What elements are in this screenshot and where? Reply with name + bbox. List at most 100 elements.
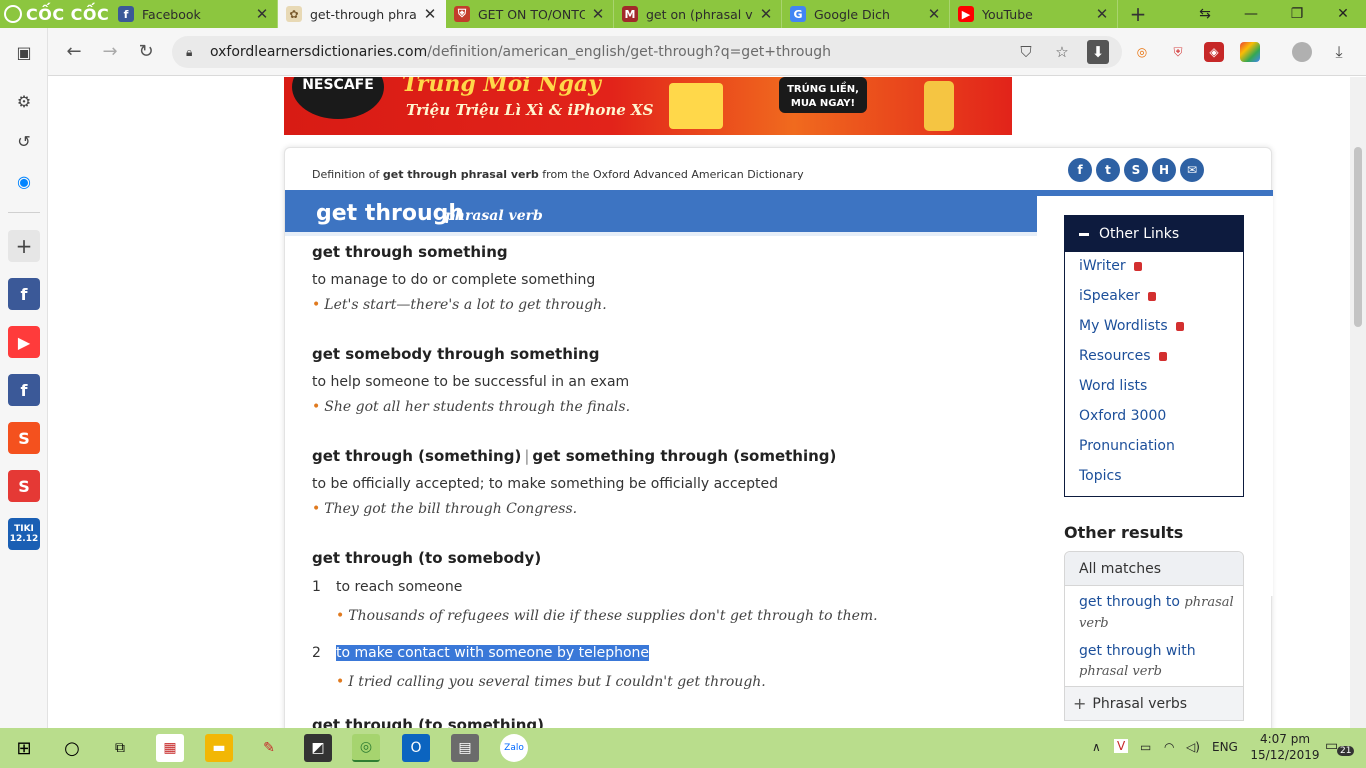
notification-count: 21 (1337, 746, 1355, 756)
close-icon[interactable]: ✕ (591, 5, 605, 23)
close-icon[interactable]: ✕ (255, 5, 269, 23)
cortana-search-icon[interactable]: ○ (58, 734, 86, 762)
lock-icon: 🔒︎ (186, 44, 193, 59)
close-icon[interactable]: ✕ (927, 5, 941, 23)
dictionary-icon: M (622, 6, 638, 22)
paint-icon[interactable]: ✎ (255, 734, 283, 762)
coccoc-taskbar-icon[interactable]: ◎ (352, 734, 380, 762)
page-scrollbar[interactable] (1350, 77, 1366, 728)
close-window-button[interactable]: ✕ (1320, 6, 1366, 22)
tab-cambridge[interactable]: ⛨ GET ON TO/ONTO ST ✕ (446, 0, 614, 28)
shield-icon[interactable]: ⛉ (1008, 40, 1044, 64)
lock-icon (1133, 261, 1142, 271)
youtube-icon: ▶ (958, 6, 974, 22)
adblock-extension-icon[interactable]: ⛨ (1168, 42, 1188, 62)
tab-title: YouTube (982, 6, 1033, 22)
downloads-icon[interactable]: ⤓ (1329, 42, 1349, 62)
tab-google-dich[interactable]: G Google Dich ✕ (782, 0, 950, 28)
sense-number: 2 (312, 645, 321, 661)
app-icon[interactable]: ▤ (451, 734, 479, 762)
bullet-icon: • (312, 297, 321, 313)
youtube-panel-icon[interactable]: ▶ (8, 326, 40, 358)
forward-button[interactable]: → (92, 34, 128, 70)
tray-expand-icon[interactable]: ∧ (1092, 740, 1101, 754)
wifi-icon[interactable]: ◠ (1164, 740, 1174, 754)
facebook-share-icon[interactable]: f (1068, 158, 1092, 182)
tab-facebook[interactable]: f Facebook ✕ (110, 0, 278, 28)
definition-source-prefix: Definition of (312, 168, 383, 181)
settings-gear-icon[interactable]: ⚙ (8, 85, 40, 117)
tab-youtube[interactable]: ▶ YouTube ✕ (950, 0, 1118, 28)
minimize-button[interactable]: — (1228, 6, 1274, 22)
add-panel-button[interactable]: + (8, 230, 40, 262)
maximize-button[interactable]: ❐ (1274, 6, 1320, 22)
messenger-icon[interactable]: ◉ (8, 165, 40, 197)
result-term: get through with (1079, 643, 1196, 659)
sticky-notes-icon[interactable]: ◩ (304, 734, 332, 762)
link-pronunciation[interactable]: Pronunciation (1079, 438, 1175, 454)
outlook-icon[interactable]: O (402, 734, 430, 762)
all-matches-header[interactable]: All matches (1065, 552, 1243, 586)
hyves-share-icon[interactable]: H (1152, 158, 1176, 182)
close-icon[interactable]: ✕ (1095, 5, 1109, 23)
coccoc-extension-icon[interactable]: ◎ (1132, 42, 1152, 62)
phrasal-verbs-toggle[interactable]: + Phrasal verbs (1065, 686, 1243, 720)
link-iwriter[interactable]: iWriter (1079, 258, 1142, 274)
link-label: Word lists (1079, 378, 1148, 394)
coccoc-menu[interactable]: CỐC CỐC (0, 0, 110, 28)
app-icon[interactable]: ▦ (156, 734, 184, 762)
other-links-header[interactable]: Other Links (1065, 216, 1243, 252)
download-video-icon[interactable]: ⬇ (1087, 40, 1109, 64)
tab-oxford[interactable]: ✿ get-through phrasal ✕ (278, 0, 446, 28)
battery-icon[interactable]: ▭ (1140, 740, 1151, 754)
example-text: She got all her students through the fin… (324, 399, 631, 415)
result-link[interactable]: get through to phrasal verb (1079, 592, 1239, 634)
scrollbar-thumb[interactable] (1354, 147, 1362, 327)
windows-start-icon[interactable]: ⊞ (10, 734, 38, 762)
vietkey-icon[interactable]: V (1114, 739, 1129, 753)
email-share-icon[interactable]: ✉ (1180, 158, 1204, 182)
facebook-panel-icon[interactable]: f (8, 278, 40, 310)
tiki-panel-icon[interactable]: TIKI 12.12 (8, 518, 40, 550)
shopee-panel-icon[interactable]: S (8, 422, 40, 454)
link-oxford-3000[interactable]: Oxford 3000 (1079, 408, 1166, 424)
link-my-wordlists[interactable]: My Wordlists (1079, 318, 1184, 334)
sense-block: get through something to manage to do or… (312, 243, 1032, 313)
close-icon[interactable]: ✕ (759, 5, 773, 23)
definition: to manage to do or complete something (312, 272, 596, 288)
phrasal-verb-heading: get through (something) | get something th… (312, 447, 1032, 465)
headword: get through (316, 201, 465, 226)
sendo-panel-icon[interactable]: S (8, 470, 40, 502)
task-view-icon[interactable]: ⧉ (106, 734, 134, 762)
bookmark-star-icon[interactable]: ☆ (1044, 40, 1080, 64)
new-tab-button[interactable]: + (1118, 2, 1158, 26)
zalo-icon[interactable]: Zalo (500, 734, 528, 762)
history-icon[interactable]: ↺ (8, 125, 40, 157)
back-button[interactable]: ← (56, 34, 92, 70)
volume-icon[interactable]: ◁) (1186, 740, 1200, 754)
link-topics[interactable]: Topics (1079, 468, 1122, 484)
phrasal-verb-variant: get something through (something) (532, 447, 837, 465)
input-language[interactable]: ENG (1212, 740, 1238, 754)
reload-button[interactable]: ↻ (128, 34, 164, 70)
close-icon[interactable]: ✕ (423, 5, 437, 23)
twitter-share-icon[interactable]: t (1096, 158, 1120, 182)
result-link[interactable]: get through with phrasal verb (1079, 641, 1239, 682)
tab-get-on[interactable]: M get on (phrasal verb) ✕ (614, 0, 782, 28)
color-extension-icon[interactable] (1240, 42, 1260, 62)
profile-avatar[interactable] (1292, 42, 1312, 62)
system-clock[interactable]: 4:07 pm 15/12/2019 (1250, 731, 1320, 763)
facebook-panel-icon[interactable]: f (8, 374, 40, 406)
link-ispeaker[interactable]: iSpeaker (1079, 288, 1156, 304)
sidebar-toggle-icon[interactable]: ▣ (8, 36, 40, 68)
extension-icon[interactable]: ◈ (1204, 42, 1224, 62)
bullet-icon: • (312, 501, 321, 517)
ad-banner[interactable]: NESCAFE Trúng Mỗi Ngày Triệu Triệu Lì Xì… (284, 77, 1012, 135)
restore-tabs-icon[interactable]: ⇆ (1182, 6, 1228, 22)
bullet-icon: • (336, 608, 345, 624)
stumbleupon-share-icon[interactable]: S (1124, 158, 1148, 182)
link-resources[interactable]: Resources (1079, 348, 1167, 364)
link-word-lists[interactable]: Word lists (1079, 378, 1147, 394)
file-explorer-icon[interactable]: ▬ (205, 734, 233, 762)
address-bar[interactable]: 🔒︎ oxfordlearnersdictionaries.com/defini… (172, 36, 1122, 68)
